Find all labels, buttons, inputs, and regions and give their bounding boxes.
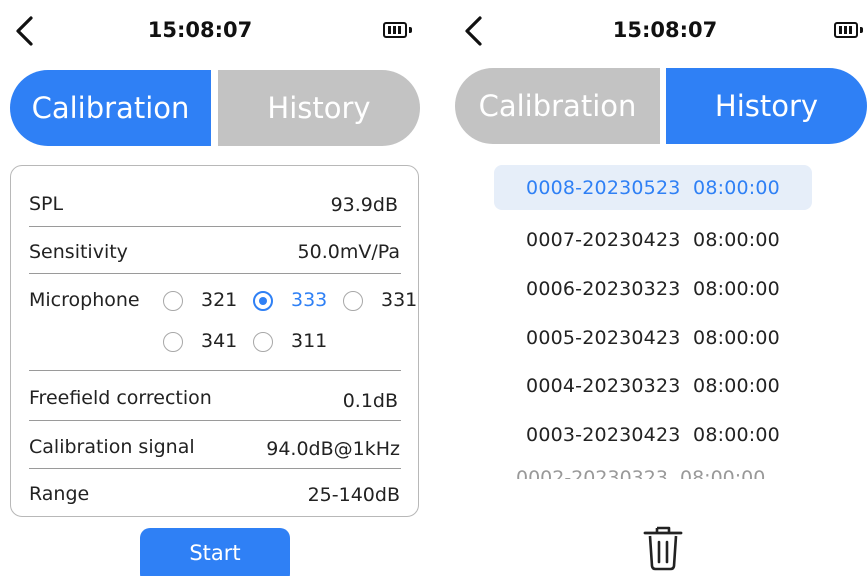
range-label: Range [29,483,90,505]
mic-radio-333[interactable] [253,291,273,311]
history-item-partial[interactable]: 0002-20230323 08:00:00 [516,467,788,480]
chevron-left-icon [16,16,33,46]
history-item-label: 0002-20230323 08:00:00 [516,467,766,480]
history-item-label: 0004-20230323 08:00:00 [526,374,780,397]
mic-radio-331[interactable] [343,291,363,311]
start-button-label: Start [189,541,241,565]
trash-icon [643,526,683,571]
mic-radio-321[interactable] [163,291,183,311]
history-item[interactable]: 0008-20230523 08:00:00 [494,165,812,210]
calibration-screen: 15:08:07 Calibration History SPL 93.9dB … [0,0,430,576]
calibration-signal-value: 94.0dB@1kHz [266,438,400,460]
divider [29,226,401,227]
history-item[interactable]: 0006-20230323 08:00:00 [494,266,812,311]
divider [29,468,401,469]
sensitivity-value: 50.0mV/Pa [297,241,400,263]
history-item-label: 0008-20230523 08:00:00 [526,176,780,199]
spl-value: 93.9dB [330,194,398,216]
tab-history[interactable]: History [218,70,420,146]
tab-history[interactable]: History [666,68,867,144]
status-time: 15:08:07 [147,18,253,42]
chevron-left-icon [465,16,482,46]
mic-option-label[interactable]: 333 [291,289,327,311]
history-item-label: 0003-20230423 08:00:00 [526,423,780,446]
microphone-label: Microphone [29,289,140,311]
tab-history-label: History [267,91,371,125]
range-value: 25-140dB [307,484,400,506]
battery-icon [383,22,412,38]
back-button[interactable] [459,14,489,48]
tab-history-label: History [714,89,819,123]
spl-label: SPL [29,193,64,215]
history-item[interactable]: 0007-20230423 08:00:00 [494,217,812,262]
divider [29,370,401,371]
tab-calibration-label: Calibration [31,91,190,125]
mic-radio-311[interactable] [253,332,273,352]
divider [29,273,401,274]
delete-button[interactable] [640,522,686,572]
history-item-label: 0005-20230423 08:00:00 [526,326,780,349]
tab-calibration-label: Calibration [478,89,637,123]
sensitivity-label: Sensitivity [29,241,128,263]
history-item[interactable]: 0003-20230423 08:00:00 [494,412,812,457]
tab-calibration[interactable]: Calibration [455,68,660,144]
mic-radio-341[interactable] [163,332,183,352]
history-item[interactable]: 0005-20230423 08:00:00 [494,315,812,360]
mic-option-label[interactable]: 341 [201,330,237,352]
divider [29,420,401,421]
tab-calibration[interactable]: Calibration [10,70,211,146]
back-button[interactable] [10,14,40,48]
start-button[interactable]: Start [140,528,290,576]
mic-option-label[interactable]: 321 [201,289,237,311]
calibration-signal-label: Calibration signal [29,436,195,458]
history-item-label: 0007-20230423 08:00:00 [526,228,780,251]
mic-option-label[interactable]: 331 [381,289,417,311]
battery-icon [834,22,863,38]
history-item[interactable]: 0004-20230323 08:00:00 [494,363,812,408]
freefield-label: Freefield correction [29,387,212,409]
freefield-value: 0.1dB [342,390,398,412]
status-time: 15:08:07 [612,18,718,42]
history-item-label: 0006-20230323 08:00:00 [526,277,780,300]
mic-option-label[interactable]: 311 [291,330,327,352]
